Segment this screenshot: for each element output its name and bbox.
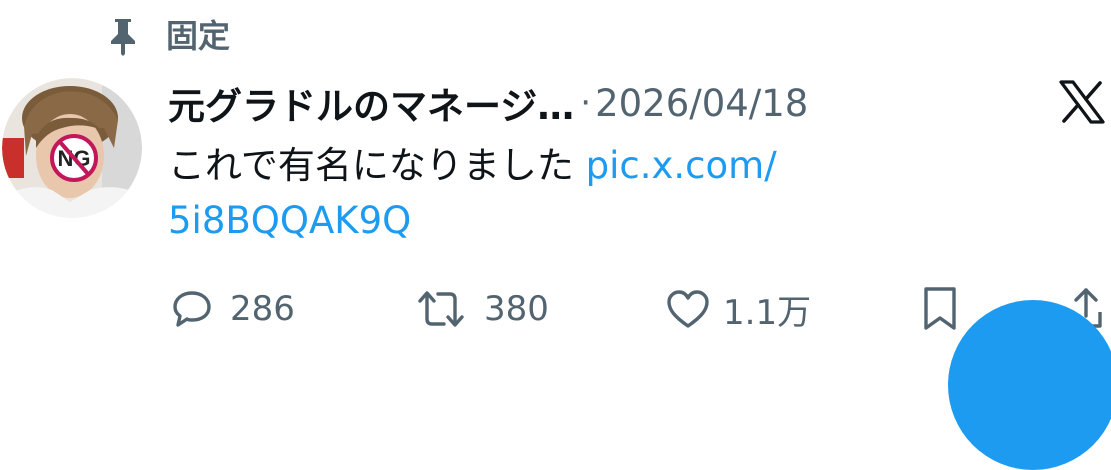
retweet-count: 380	[484, 289, 549, 329]
tweet-header: 元グラドルのマネージ… · 2026/04/18	[168, 76, 808, 130]
display-name[interactable]: 元グラドルのマネージ…	[168, 76, 574, 130]
reply-icon	[173, 291, 211, 327]
like-button[interactable]: 1.1万	[665, 283, 811, 335]
pinned-label: 固定	[166, 17, 231, 55]
x-logo-icon[interactable]	[1058, 80, 1106, 124]
ng-badge: NG	[50, 134, 98, 182]
separator-dot: ·	[580, 83, 592, 123]
tweet-body: これで有名になりました	[168, 144, 574, 187]
media-link-line1[interactable]: pic.x.com/	[586, 144, 777, 187]
tweet-text: これで有名になりました pic.x.com/5i8BQQAK9Q	[168, 138, 958, 248]
compose-fab[interactable]	[948, 300, 1111, 470]
reply-button[interactable]: 286	[170, 283, 295, 335]
like-count: 1.1万	[723, 292, 812, 333]
bookmark-button[interactable]	[920, 283, 960, 335]
heart-icon	[667, 290, 709, 328]
pin-icon	[111, 19, 135, 56]
avatar[interactable]: NG	[2, 78, 142, 218]
bookmark-icon	[924, 287, 956, 330]
media-link-line2[interactable]: 5i8BQQAK9Q	[168, 199, 411, 242]
reply-count: 286	[230, 289, 295, 329]
retweet-icon	[418, 291, 464, 327]
timestamp[interactable]: 2026/04/18	[595, 82, 808, 125]
pinned-indicator	[106, 14, 140, 58]
retweet-button[interactable]: 380	[414, 283, 549, 335]
